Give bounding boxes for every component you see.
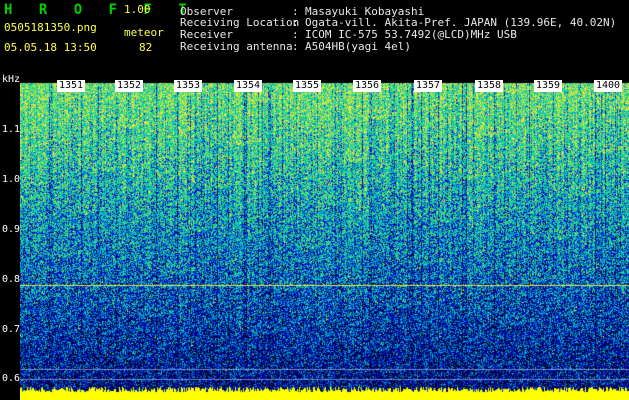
y-axis-unit: kHz [2,74,21,85]
location-value: Ogata-vill. Akita-Pref. JAPAN (139.96E, … [305,16,617,29]
receiver-value: ICOM IC-575 53.7492(@LCD)MHz USB [305,28,517,41]
time-tick-label: 1400 [594,80,623,92]
y-tick-label: 0.8 [2,274,21,285]
mode-label: meteor [124,26,164,39]
time-tick-label: 1351 [57,80,86,92]
time-tick-label: 1357 [414,80,443,92]
antenna-value: A504HB(yagi 4el) [305,40,411,53]
spectrogram-canvas [20,80,629,400]
separator: : [292,16,299,29]
app-name: H R O F F T [4,2,196,18]
time-tick-label: 1356 [353,80,382,92]
time-tick-label: 1359 [534,80,563,92]
time-tick-label: 1358 [475,80,504,92]
y-tick-label: 1.0 [2,174,21,185]
location-label: Receiving Location [180,16,300,29]
y-tick-label: 0.6 [2,373,21,384]
datetime: 05.05.18 13:50 [4,41,97,54]
separator: : [292,40,299,53]
meteor-count: 82 [139,41,153,54]
separator: : [292,28,299,41]
time-tick-label: 1353 [174,80,203,92]
time-tick-label: 1352 [115,80,144,92]
antenna-label: Receiving antenna [180,40,293,53]
y-tick-label: 0.7 [2,324,21,335]
y-tick-label: 0.9 [2,224,21,235]
filename: 0505181350.png [4,21,97,34]
header-panel: H R O F F T 1.00 0505181350.png meteor 0… [0,0,629,80]
y-tick-label: 1.1 [2,124,21,135]
app-version: 1.00 [124,3,151,16]
receiver-label: Receiver [180,28,233,41]
time-tick-label: 1354 [234,80,263,92]
time-tick-label: 1355 [293,80,322,92]
